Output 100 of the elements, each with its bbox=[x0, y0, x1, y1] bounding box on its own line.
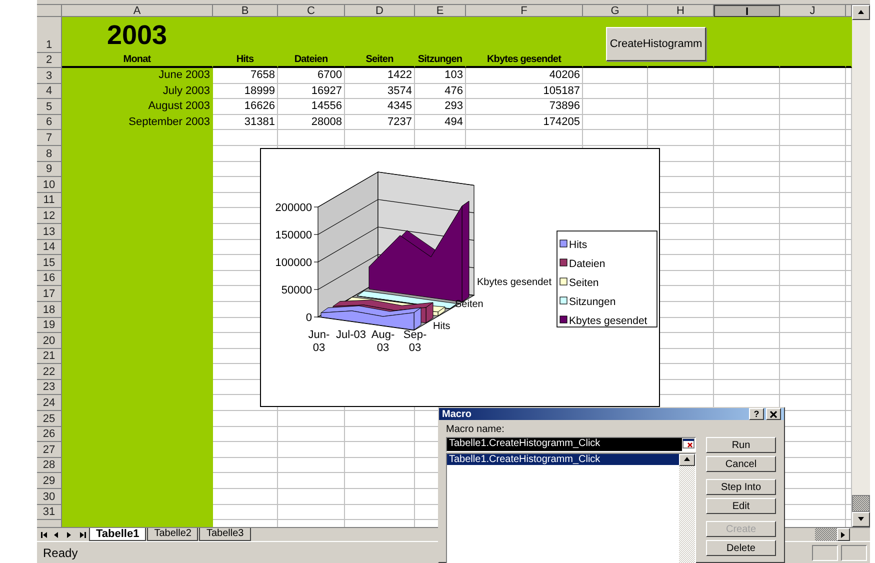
table-cell bbox=[583, 84, 648, 100]
row-header[interactable]: 4 bbox=[37, 84, 62, 100]
row-header[interactable]: 16 bbox=[37, 270, 62, 286]
create-histogram-button[interactable]: CreateHistogramm bbox=[606, 27, 706, 61]
sheet-tab[interactable]: Tabelle2 bbox=[147, 528, 198, 541]
table-cell bbox=[714, 286, 780, 302]
column-header[interactable]: F bbox=[466, 5, 583, 17]
column-header[interactable]: H bbox=[648, 5, 714, 17]
row-header[interactable]: 19 bbox=[37, 318, 62, 334]
status-text: Ready bbox=[43, 546, 78, 560]
legend-label: Seiten bbox=[569, 277, 599, 289]
sheet-tab[interactable]: Tabelle1 bbox=[89, 528, 146, 541]
row-header[interactable]: 8 bbox=[37, 146, 62, 162]
column-header[interactable]: D bbox=[345, 5, 415, 17]
macro-name-field[interactable]: Tabelle1.CreateHistogramm_Click bbox=[446, 437, 696, 452]
column-header[interactable]: J bbox=[780, 5, 846, 17]
row-header[interactable]: 14 bbox=[37, 240, 62, 256]
scroll-up-button[interactable] bbox=[679, 454, 695, 466]
dialog-button[interactable]: Delete bbox=[706, 540, 776, 556]
table-cell bbox=[780, 270, 846, 286]
table-cell: 7237 bbox=[345, 114, 415, 130]
row-header[interactable]: 3 bbox=[37, 68, 62, 84]
table-cell: 18999 bbox=[213, 84, 278, 100]
row-header[interactable]: 11 bbox=[37, 192, 62, 208]
table-cell: 40206 bbox=[466, 68, 583, 84]
row-header[interactable]: 30 bbox=[37, 489, 62, 505]
row-header[interactable]: 13 bbox=[37, 224, 62, 240]
vertical-scrollbar[interactable] bbox=[852, 5, 870, 527]
macro-list[interactable]: Tabelle1.CreateHistogramm_Click bbox=[446, 453, 696, 563]
table-cell bbox=[714, 192, 780, 208]
column-header[interactable]: E bbox=[415, 5, 466, 17]
axis-label: 0 bbox=[306, 312, 312, 324]
table-cell bbox=[415, 130, 466, 146]
row-header[interactable]: 9 bbox=[37, 162, 62, 178]
row-header[interactable]: 28 bbox=[37, 458, 62, 474]
row-header[interactable]: 10 bbox=[37, 177, 62, 193]
table-cell bbox=[213, 442, 278, 458]
row-header[interactable]: 25 bbox=[37, 411, 62, 427]
table-cell bbox=[648, 130, 714, 146]
dialog-title: Macro bbox=[442, 408, 472, 420]
up-arrow-icon bbox=[857, 8, 865, 16]
axis-label: Kbytes gesendet bbox=[477, 277, 552, 288]
table-cell bbox=[780, 240, 846, 256]
table-cell bbox=[714, 333, 780, 349]
scroll-thumb[interactable] bbox=[815, 528, 837, 541]
row-header[interactable]: 20 bbox=[37, 333, 62, 349]
sheet-tab[interactable]: Tabelle3 bbox=[199, 528, 251, 541]
column-header[interactable]: A bbox=[62, 5, 213, 17]
table-cell bbox=[780, 146, 846, 162]
column-header[interactable]: I bbox=[714, 5, 780, 17]
row-header[interactable]: 31 bbox=[37, 504, 62, 520]
table-cell bbox=[213, 489, 278, 505]
column-header[interactable]: B bbox=[213, 5, 278, 17]
row-header[interactable]: 12 bbox=[37, 208, 62, 224]
table-cell: 3574 bbox=[345, 84, 415, 100]
row-header[interactable]: 18 bbox=[37, 302, 62, 318]
row-header[interactable]: 21 bbox=[37, 348, 62, 364]
table-cell bbox=[714, 208, 780, 224]
dialog-button[interactable]: Step Into bbox=[706, 479, 776, 495]
scroll-up-button[interactable] bbox=[852, 5, 870, 20]
table-cell bbox=[278, 411, 345, 427]
column-header[interactable]: G bbox=[583, 5, 648, 17]
row-header[interactable]: 22 bbox=[37, 364, 62, 380]
row-header[interactable]: 6 bbox=[37, 114, 62, 130]
scroll-thumb[interactable] bbox=[852, 495, 870, 512]
dialog-button[interactable]: Run bbox=[706, 437, 776, 453]
select-all-button[interactable] bbox=[37, 5, 62, 17]
row-header[interactable]: 29 bbox=[37, 473, 62, 490]
table-cell bbox=[278, 458, 345, 474]
row-header[interactable]: 5 bbox=[37, 99, 62, 115]
table-cell bbox=[213, 458, 278, 474]
table-cell bbox=[714, 270, 780, 286]
row-header[interactable]: 15 bbox=[37, 255, 62, 271]
macro-list-item[interactable]: Tabelle1.CreateHistogramm_Click bbox=[447, 454, 679, 465]
table-cell bbox=[714, 99, 780, 115]
row-header[interactable]: 23 bbox=[37, 380, 62, 396]
row-header[interactable]: 24 bbox=[37, 395, 62, 412]
scroll-down-button[interactable] bbox=[852, 512, 870, 527]
left-arrow-icon bbox=[52, 530, 60, 538]
row-header[interactable]: 2 bbox=[37, 53, 62, 68]
row-header[interactable]: 1 bbox=[37, 17, 62, 53]
column-label: Kbytes gesendet bbox=[466, 53, 583, 68]
table-cell bbox=[780, 333, 846, 349]
row-header[interactable]: 17 bbox=[37, 286, 62, 302]
right-arrow-icon bbox=[66, 530, 74, 538]
table-cell bbox=[714, 318, 780, 334]
scroll-right-button[interactable] bbox=[837, 528, 850, 541]
row-header[interactable]: 26 bbox=[37, 426, 62, 442]
legend-label: Dateien bbox=[569, 258, 606, 270]
row-header[interactable]: 7 bbox=[37, 130, 62, 146]
help-button[interactable]: ? bbox=[749, 408, 764, 420]
dialog-button[interactable]: Edit bbox=[706, 498, 776, 514]
axis-label: Sep-03 bbox=[403, 329, 427, 354]
close-button[interactable] bbox=[766, 408, 781, 420]
dialog-button[interactable]: Cancel bbox=[706, 456, 776, 472]
table-cell bbox=[780, 84, 846, 100]
column-header[interactable] bbox=[846, 5, 852, 17]
axis-label: Aug-03 bbox=[371, 329, 395, 354]
row-header[interactable]: 27 bbox=[37, 442, 62, 458]
column-header[interactable]: C bbox=[278, 5, 345, 17]
